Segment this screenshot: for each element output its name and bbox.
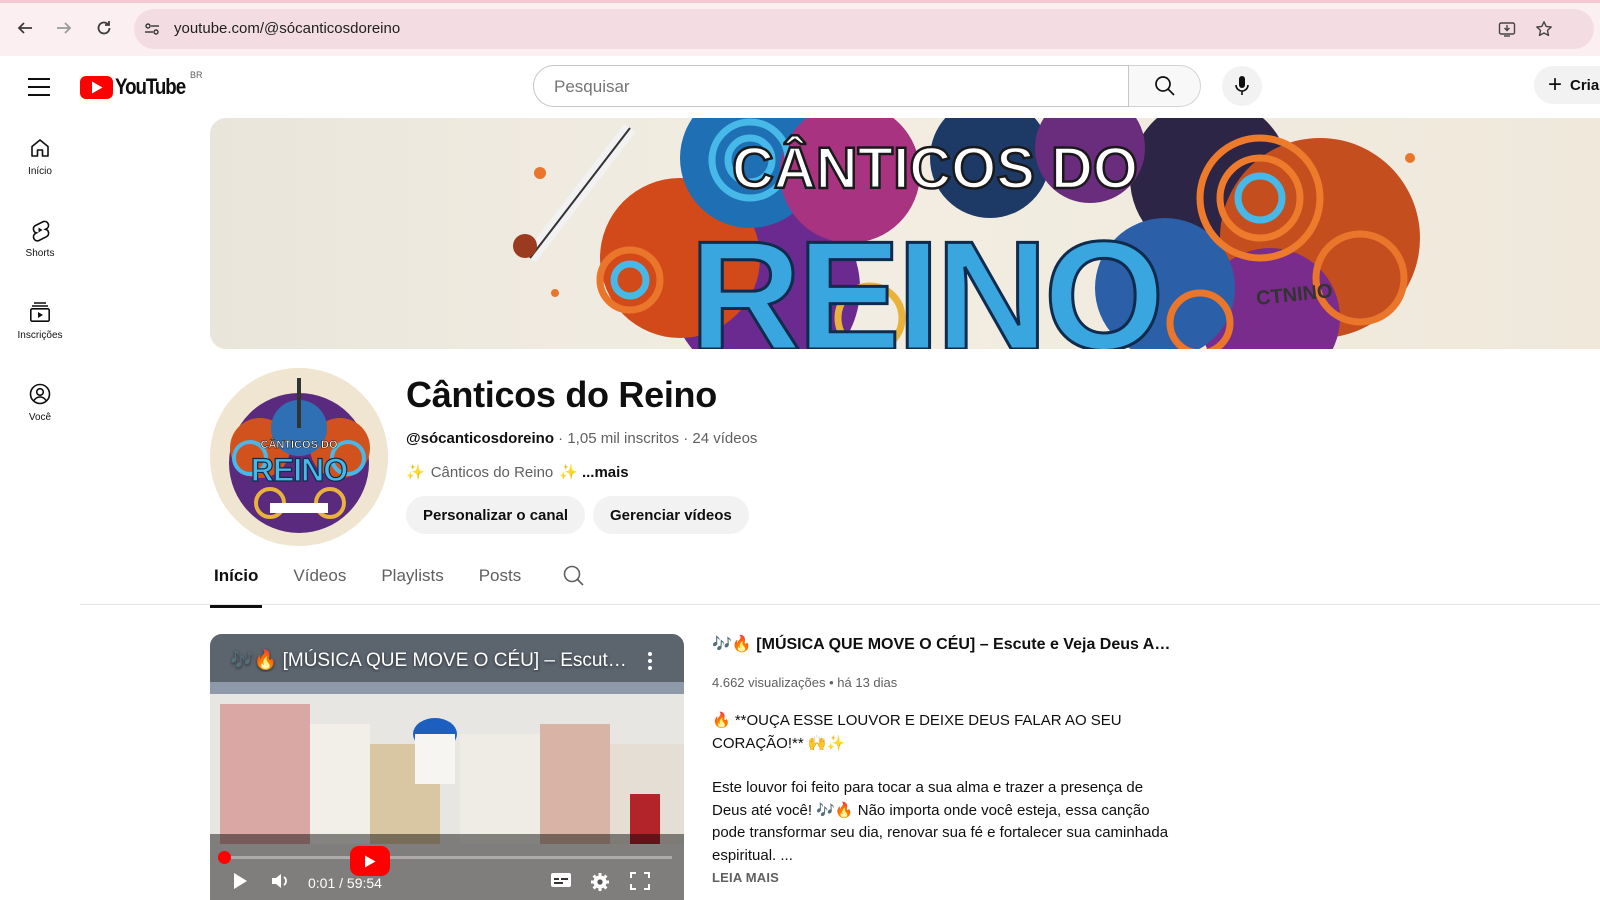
- address-bar[interactable]: youtube.com/@sócanticosdoreino: [134, 9, 1594, 49]
- channel-title: Cânticos do Reino: [406, 374, 717, 415]
- view-count: 4.662 visualizações: [712, 675, 826, 690]
- back-arrow-icon[interactable]: [12, 15, 38, 41]
- description-paragraph: 🔥 **OUÇA ESSE LOUVOR E DEIXE DEUS FALAR …: [712, 712, 1122, 752]
- shorts-icon: [32, 220, 50, 242]
- region-code: BR: [190, 70, 203, 80]
- banner-title-line2: REINO: [690, 209, 1161, 349]
- guide-item-you[interactable]: Você: [0, 360, 80, 442]
- browser-toolbar: youtube.com/@sócanticosdoreino: [0, 0, 1600, 56]
- channel-avatar[interactable]: CÂNTICOS DO REINO: [210, 368, 388, 546]
- home-icon: [31, 139, 49, 157]
- guide-label: Você: [28, 412, 52, 423]
- description-more-link[interactable]: ...mais: [582, 464, 629, 481]
- video-frame-image: [210, 634, 684, 900]
- sparkles-icon: ✨: [406, 464, 425, 481]
- masthead: YouTube BR + Criar: [0, 56, 1600, 148]
- meta-separator: ·: [683, 430, 689, 447]
- featured-video-title[interactable]: 🎶🔥 [MÚSICA QUE MOVE O CÉU] – Escute e Ve…: [712, 634, 1172, 654]
- banner-artwork: CÂNTICOS DO REINO CTNINO: [513, 118, 1420, 349]
- sparkles-icon: ✨: [559, 464, 578, 481]
- url-text[interactable]: youtube.com/@sócanticosdoreino: [174, 20, 400, 37]
- settings-gear-icon[interactable]: [590, 872, 610, 892]
- tabs-divider: [80, 604, 1600, 605]
- featured-video-player[interactable]: 🎶🔥 [MÚSICA QUE MOVE O CÉU] – Escute e Ve…: [210, 634, 684, 900]
- volume-icon[interactable]: [270, 872, 290, 890]
- menu-icon[interactable]: [28, 78, 50, 102]
- guide-item-subscriptions[interactable]: Inscrições: [0, 278, 80, 360]
- channel-search-icon[interactable]: [562, 564, 586, 604]
- video-time: 0:01 / 59:54: [308, 875, 382, 891]
- description-text: Cânticos do Reino: [430, 463, 554, 481]
- more-options-icon[interactable]: [648, 652, 654, 673]
- search-button[interactable]: [1129, 65, 1201, 107]
- featured-video-stats: 4.662 visualizações • há 13 dias: [712, 675, 897, 690]
- voice-search-button[interactable]: [1222, 66, 1262, 106]
- progress-bar[interactable]: [222, 856, 672, 859]
- upload-age: há 13 dias: [837, 675, 898, 690]
- guide-item-shorts[interactable]: Shorts: [0, 196, 80, 278]
- subscriber-count: 1,05 mil inscritos: [567, 430, 680, 447]
- channel-tabs: Início Vídeos Playlists Posts: [210, 564, 586, 608]
- avatar-artwork: CÂNTICOS DO REINO: [210, 368, 388, 546]
- play-icon[interactable]: [232, 872, 248, 890]
- logo-wordmark: YouTube: [115, 74, 186, 99]
- video-count: 24 vídeos: [692, 430, 758, 447]
- plus-icon: +: [1548, 71, 1563, 98]
- player-title[interactable]: 🎶🔥 [MÚSICA QUE MOVE O CÉU] – Escute e Ve…: [230, 648, 630, 672]
- channel-handle: @sócanticosdoreino: [406, 430, 554, 447]
- tab-home[interactable]: Início: [210, 566, 263, 608]
- youtube-logo[interactable]: YouTube: [80, 74, 197, 100]
- manage-videos-button[interactable]: Gerenciar vídeos: [593, 496, 749, 534]
- tab-playlists[interactable]: Playlists: [377, 566, 447, 604]
- tab-posts[interactable]: Posts: [475, 566, 526, 604]
- create-button[interactable]: + Criar: [1534, 66, 1600, 104]
- create-label: Criar: [1570, 76, 1600, 94]
- guide-sidebar: Início Shorts Inscrições Você: [0, 114, 80, 442]
- microphone-icon: [1235, 76, 1249, 95]
- featured-video-description: 🔥 **OUÇA ESSE LOUVOR E DEIXE DEUS FALAR …: [712, 710, 1172, 867]
- search-box[interactable]: [533, 65, 1129, 108]
- reload-icon[interactable]: [91, 15, 117, 41]
- description-paragraph: Este louvor foi feito para tocar a sua a…: [712, 779, 1169, 864]
- you-icon: [29, 383, 51, 405]
- tab-videos[interactable]: Vídeos: [289, 566, 350, 604]
- subscriptions-icon: [29, 302, 50, 322]
- guide-label: Inscrições: [17, 330, 63, 341]
- channel-meta: @sócanticosdoreino · 1,05 mil inscritos …: [406, 430, 757, 447]
- site-settings-icon[interactable]: [142, 19, 162, 39]
- channel-description[interactable]: ✨ Cânticos do Reino ✨ ...mais: [406, 463, 629, 482]
- search-icon: [1154, 76, 1175, 96]
- install-app-icon[interactable]: [1497, 19, 1517, 39]
- search-input[interactable]: [552, 66, 1056, 108]
- banner-title-line1: CÂNTICOS DO: [732, 136, 1138, 201]
- avatar-title-line2: REINO: [251, 452, 347, 488]
- read-more-link[interactable]: LEIA MAIS: [712, 870, 779, 885]
- bookmark-star-icon[interactable]: [1534, 19, 1554, 39]
- fullscreen-icon[interactable]: [630, 872, 650, 890]
- forward-arrow-icon[interactable]: [51, 15, 77, 41]
- youtube-play-icon: [80, 75, 113, 99]
- guide-item-home[interactable]: Início: [0, 114, 80, 196]
- captions-icon[interactable]: [550, 872, 572, 888]
- progress-scrubber[interactable]: [218, 851, 231, 864]
- avatar-title-line1: CÂNTICOS DO: [261, 438, 338, 451]
- guide-label: Shorts: [25, 248, 55, 259]
- channel-banner: CÂNTICOS DO REINO CTNINO: [210, 118, 1600, 349]
- youtube-watch-icon[interactable]: [350, 846, 390, 876]
- customize-channel-button[interactable]: Personalizar o canal: [406, 496, 586, 534]
- guide-label: Início: [28, 166, 52, 177]
- meta-separator: ·: [558, 430, 564, 447]
